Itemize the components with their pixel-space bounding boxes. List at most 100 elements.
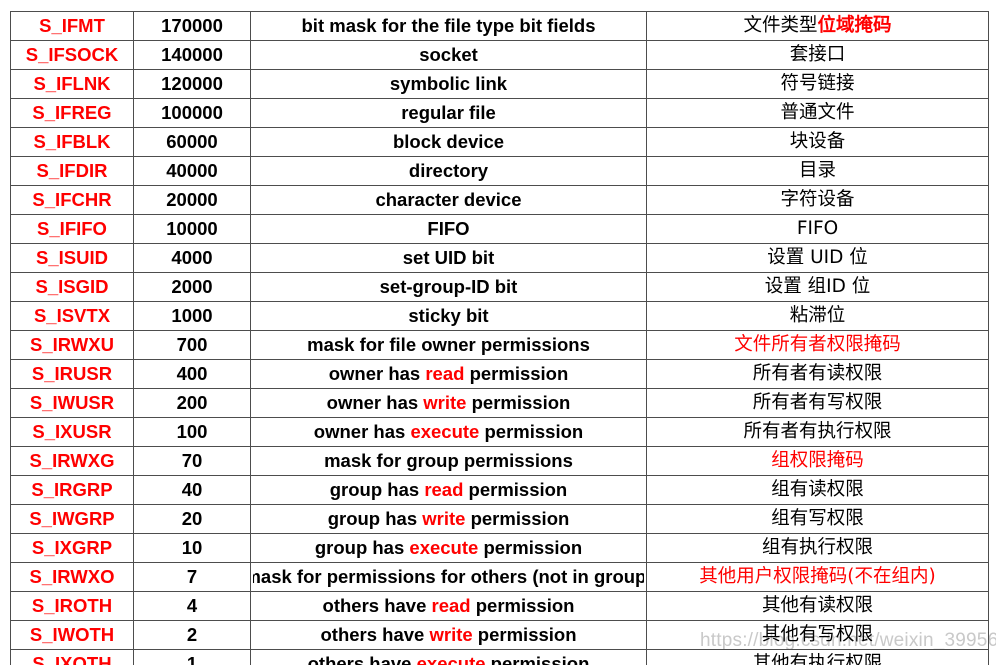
description-clip: others have read permission [253, 593, 644, 619]
cell-description-en: owner has execute permission [250, 417, 647, 447]
zh-prefix: 文件类型 [743, 15, 818, 36]
cell-octal-value: 2000 [133, 272, 251, 302]
cell-octal-value: 70 [133, 446, 251, 476]
description-clip: sticky bit [253, 303, 644, 329]
table-row: S_IRWXO 7 mask for permissions for others … [10, 562, 989, 592]
description-prefix: others have [322, 595, 432, 616]
table-row: S_IXUSR 100 owner has execute permission 所有… [10, 417, 989, 447]
description-prefix: owner has [326, 392, 424, 413]
description-suffix: permission [464, 363, 569, 384]
cell-macro-name: S_IRGRP [10, 475, 134, 505]
description-suffix: permission [463, 479, 568, 500]
cell-macro-name: S_IFBLK [10, 127, 134, 157]
cell-description-zh: 目录 [646, 156, 989, 186]
cell-description-en: others have execute permission [250, 649, 647, 665]
cell-description-zh: 所有者有写权限 [646, 388, 989, 418]
cell-description-en: mask for permissions for others (not in … [250, 562, 647, 592]
cell-description-en: regular file [250, 98, 647, 128]
cell-macro-name: S_IFREG [10, 98, 134, 128]
description-text: group has execute permission [315, 535, 582, 561]
cell-description-zh: 套接口 [646, 40, 989, 70]
description-suffix: permission [466, 392, 571, 413]
description-clip: directory [253, 158, 644, 184]
cell-description-zh: 其他有执行权限 [646, 649, 989, 665]
description-text: directory [408, 160, 489, 181]
description-clip: socket [253, 42, 644, 68]
table-row: S_IFREG 100000 regular file 普通文件 [10, 98, 989, 128]
cell-macro-name: S_IRWXO [10, 562, 134, 592]
description-clip: set-group-ID bit [253, 274, 644, 300]
cell-macro-name: S_IRUSR [10, 359, 134, 389]
cell-description-en: group has execute permission [250, 533, 647, 563]
cell-octal-value: 40 [133, 475, 251, 505]
cell-description-en: owner has read permission [250, 359, 647, 389]
description-clip: set UID bit [253, 245, 644, 271]
description-text: others have read permission [323, 593, 575, 619]
table-row: S_IFDIR 40000 directory 目录 [10, 156, 989, 186]
description-text: others have write permission [320, 622, 576, 648]
description-highlight-word: read [431, 595, 471, 616]
description-text: sticky bit [408, 305, 489, 326]
description-clip: owner has read permission [253, 361, 644, 387]
cell-description-zh: 普通文件 [646, 98, 989, 128]
description-prefix: others have [320, 624, 430, 645]
description-suffix: permission [479, 421, 584, 442]
cell-octal-value: 20000 [133, 185, 251, 215]
cell-octal-value: 40000 [133, 156, 251, 186]
cell-macro-name: S_IWOTH [10, 620, 134, 650]
description-text: group has write permission [328, 506, 570, 532]
cell-macro-name: S_IFIFO [10, 214, 134, 244]
cell-description-zh: 字符设备 [646, 185, 989, 215]
description-text: character device [375, 189, 522, 210]
table-row: S_IXGRP 10 group has execute permission 组有执… [10, 533, 989, 563]
description-highlight-word: write [429, 624, 473, 645]
description-suffix: permission [470, 595, 575, 616]
table-row: S_IRWXU 700 mask for file owner permission… [10, 330, 989, 360]
description-highlight-word: execute [410, 421, 480, 442]
table-row: S_IFBLK 60000 block device 块设备 [10, 127, 989, 157]
cell-macro-name: S_IRWXU [10, 330, 134, 360]
cell-description-zh: 其他有读权限 [646, 591, 989, 621]
cell-description-en: sticky bit [250, 301, 647, 331]
cell-description-zh: 设置 组ID 位 [646, 272, 989, 302]
table-row: S_IWGRP 20 group has write permission 组有写权限 [10, 504, 989, 534]
cell-octal-value: 700 [133, 330, 251, 360]
cell-description-zh: 文件类型位域掩码 [646, 11, 989, 41]
description-highlight-word: execute [409, 537, 479, 558]
cell-macro-name: S_IFSOCK [10, 40, 134, 70]
description-clip: group has write permission [253, 506, 644, 532]
table-body: S_IFMT 170000 bit mask for the file type b… [10, 11, 989, 665]
cell-description-en: owner has write permission [250, 388, 647, 418]
cell-description-zh: 块设备 [646, 127, 989, 157]
description-text: socket [419, 44, 478, 65]
table-row: S_IXOTH 1 others have execute permission 其他… [10, 649, 989, 665]
cell-description-en: group has write permission [250, 504, 647, 534]
description-clip: mask for file owner permissions [253, 332, 644, 358]
table-row: S_IRUSR 400 owner has read permission 所有者有读… [10, 359, 989, 389]
cell-description-zh: FIFO [646, 214, 989, 244]
description-prefix: group has [327, 508, 423, 529]
table-row: S_IFLNK 120000 symbolic link 符号链接 [10, 69, 989, 99]
cell-octal-value: 120000 [133, 69, 251, 99]
cell-description-en: directory [250, 156, 647, 186]
cell-description-en: mask for group permissions [250, 446, 647, 476]
description-clip: group has read permission [253, 477, 644, 503]
description-prefix: owner has [313, 421, 411, 442]
table-row: S_IRGRP 40 group has read permission 组有读权限 [10, 475, 989, 505]
table-row: S_IFSOCK 140000 socket 套接口 [10, 40, 989, 70]
description-clip: owner has execute permission [253, 419, 644, 445]
cell-description-en: FIFO [250, 214, 647, 244]
cell-octal-value: 60000 [133, 127, 251, 157]
table-row: S_ISVTX 1000 sticky bit 粘滞位 [10, 301, 989, 331]
cell-description-en: symbolic link [250, 69, 647, 99]
description-prefix: others have [307, 653, 417, 665]
description-text: owner has read permission [329, 361, 569, 387]
cell-octal-value: 100000 [133, 98, 251, 128]
cell-macro-name: S_IWGRP [10, 504, 134, 534]
description-text: block device [392, 131, 505, 152]
cell-description-zh: 符号链接 [646, 69, 989, 99]
description-clip: owner has write permission [253, 390, 644, 416]
description-clip: character device [253, 187, 644, 213]
table-row: S_IFIFO 10000 FIFO FIFO [10, 214, 989, 244]
description-clip: regular file [253, 100, 644, 126]
